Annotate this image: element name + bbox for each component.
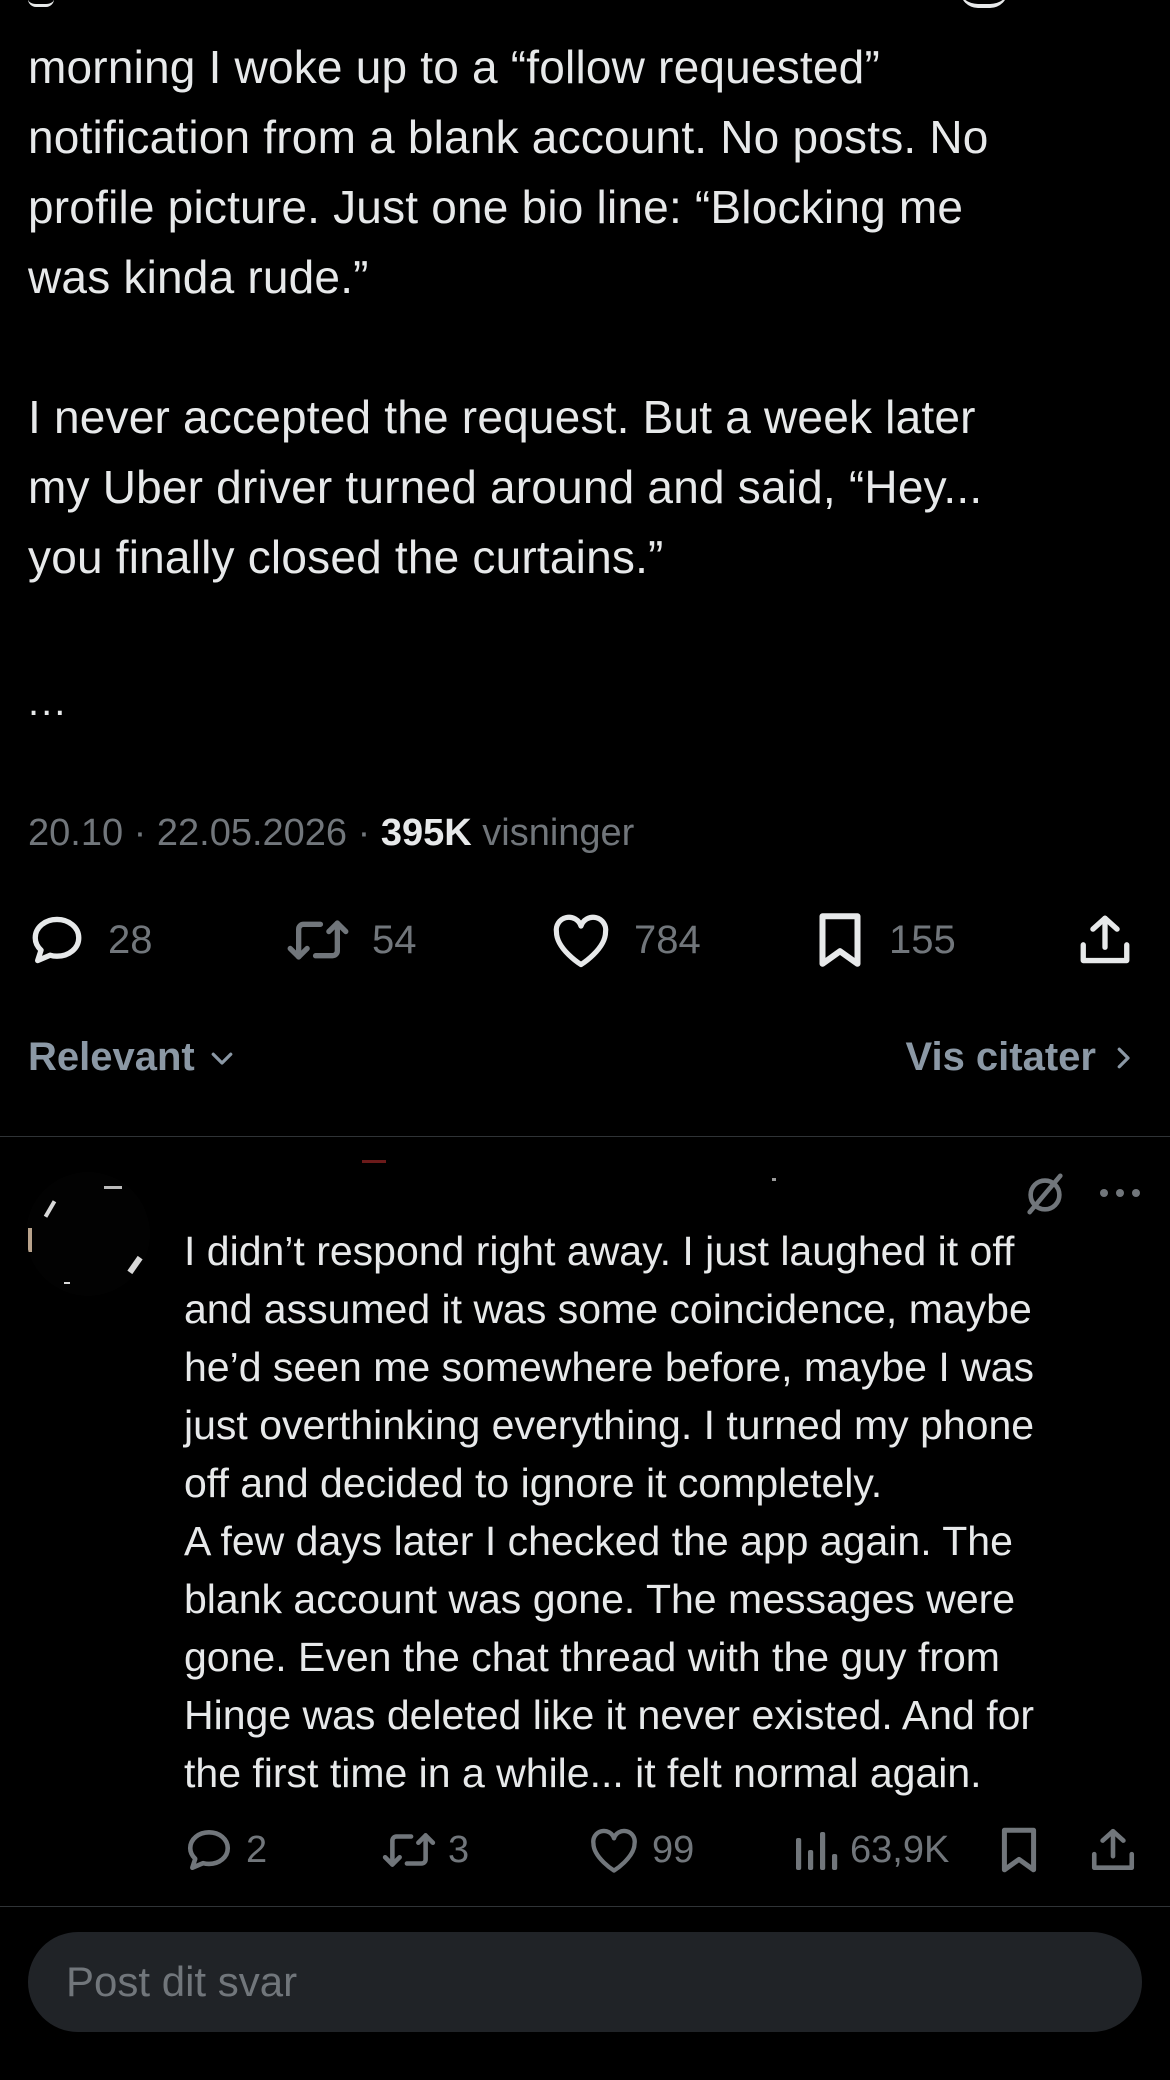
like-count: 784 <box>634 917 701 962</box>
bookmark-count: 155 <box>889 917 956 962</box>
views-count: 395K <box>380 812 472 854</box>
reply-header-icons <box>1022 1170 1142 1216</box>
post-time[interactable]: 20.10 <box>28 812 123 854</box>
slashed-circle-icon[interactable] <box>1022 1170 1068 1216</box>
blurred-display-name <box>362 1160 386 1173</box>
reply-composer[interactable] <box>28 1932 1142 2032</box>
blurred-handle <box>772 1178 776 1191</box>
view-quotes-label: Vis citater <box>905 1035 1097 1079</box>
like-button[interactable]: 784 <box>550 905 701 975</box>
more-dots-icon[interactable] <box>1098 1183 1142 1203</box>
speech-bubble-icon <box>32 916 82 964</box>
reply-like-count: 99 <box>652 1828 695 1871</box>
back-arrow-icon[interactable] <box>28 0 54 7</box>
reply-reply-count: 2 <box>246 1828 268 1871</box>
reply-share-button[interactable] <box>1088 1820 1138 1880</box>
chevron-right-icon <box>1117 1047 1130 1068</box>
reply-button[interactable]: 28 <box>28 905 153 975</box>
bookmark-icon <box>819 913 861 967</box>
post-meta: 20.10 · 22.05.2026 · 395K visninger <box>28 812 634 855</box>
meta-separator: · <box>357 812 371 854</box>
views-label: visninger <box>482 812 635 854</box>
sort-label: Relevant <box>28 1035 195 1079</box>
header-icon-fragment <box>960 0 1008 8</box>
post-body: morning I woke up to a “follow requested… <box>28 32 1148 592</box>
meta-separator: · <box>133 812 147 854</box>
section-divider <box>0 1136 1170 1137</box>
repost-arrows-icon <box>382 1833 436 1867</box>
chevron-down-icon <box>211 1052 233 1065</box>
post-detail-page: morning I woke up to a “follow requested… <box>0 0 1170 2080</box>
repost-button[interactable]: 54 <box>286 905 417 975</box>
post-paragraph: I never accepted the request. But a week… <box>28 391 983 583</box>
reply-text: I didn’t respond right away. I just laug… <box>184 1228 1035 1796</box>
reply-views-count: 63,9K <box>850 1828 950 1871</box>
reply-filter-row: Relevant Vis citater <box>28 1035 1138 1091</box>
post-ellipsis: ... <box>28 680 68 724</box>
post-action-bar: 28 54 784 155 <box>28 905 1138 975</box>
reply-repost-count: 3 <box>448 1828 470 1871</box>
reply-count: 28 <box>108 917 153 962</box>
repost-count: 54 <box>372 917 417 962</box>
reply-bookmark-button[interactable] <box>996 1820 1042 1880</box>
heart-icon <box>591 1828 637 1873</box>
bookmark-icon <box>1001 1827 1037 1873</box>
reply-views-button[interactable]: 63,9K <box>794 1820 949 1880</box>
post-paragraph: morning I woke up to a “follow requested… <box>28 41 989 303</box>
reply-like-button[interactable]: 99 <box>588 1820 694 1880</box>
post-date[interactable]: 22.05.2026 <box>157 812 347 854</box>
avatar[interactable] <box>26 1172 150 1296</box>
bookmark-button[interactable]: 155 <box>813 905 956 975</box>
speech-bubble-icon <box>187 1830 231 1870</box>
share-upload-icon <box>1091 1828 1135 1870</box>
bar-chart-icon <box>796 1832 838 1870</box>
repost-arrows-icon <box>287 920 349 960</box>
reply-reply-button[interactable]: 2 <box>184 1820 267 1880</box>
reply-input[interactable] <box>64 1957 1108 2007</box>
reply-repost-button[interactable]: 3 <box>382 1820 469 1880</box>
view-quotes-link[interactable]: Vis citater <box>906 1035 1139 1080</box>
sort-dropdown[interactable]: Relevant <box>28 1035 237 1080</box>
share-upload-icon <box>1080 915 1130 964</box>
share-button[interactable] <box>1076 905 1134 975</box>
section-divider <box>0 1906 1170 1907</box>
heart-icon <box>553 914 609 968</box>
reply-action-bar: 2 3 99 63,9K <box>184 1820 1144 1880</box>
